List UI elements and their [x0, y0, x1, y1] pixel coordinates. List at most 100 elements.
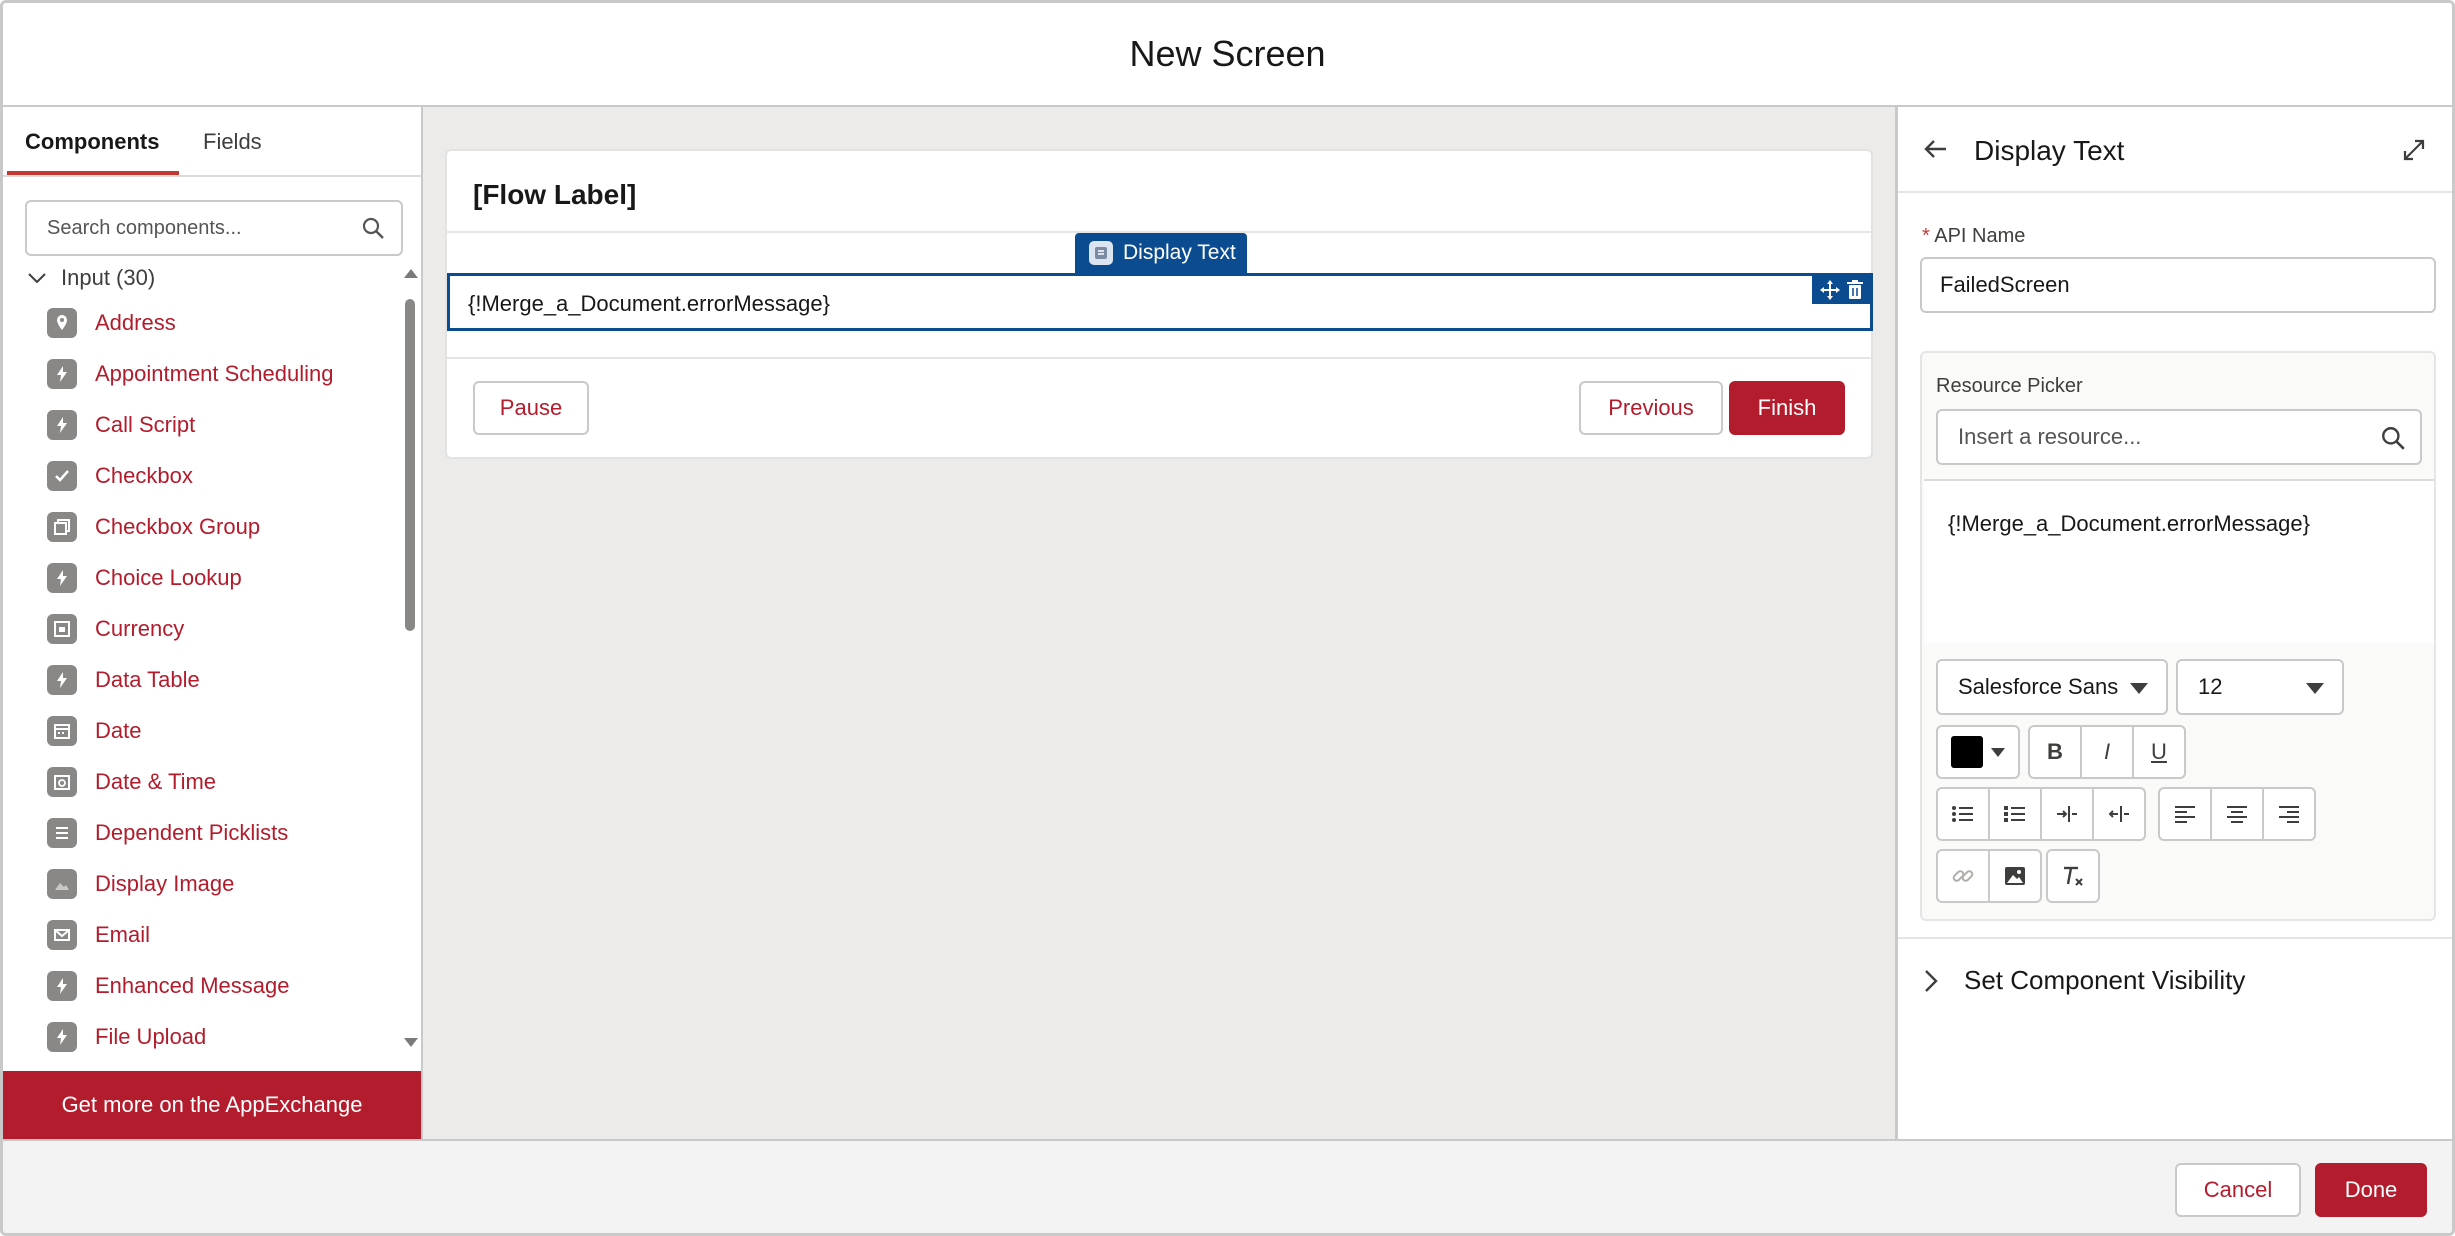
component-label: Appointment Scheduling	[95, 360, 334, 386]
component-label: Call Script	[95, 411, 196, 437]
location-pin-icon	[47, 307, 77, 338]
component-checkbox[interactable]: Checkbox	[47, 450, 387, 501]
api-name-input[interactable]: FailedScreen	[1920, 257, 2436, 313]
display-text-content: {!Merge_a_Document.errorMessage}	[468, 291, 830, 316]
component-label: File Upload	[95, 1023, 207, 1049]
component-label: Date & Time	[95, 768, 217, 794]
image-icon	[2005, 867, 2025, 885]
component-choice-lookup[interactable]: Choice Lookup	[47, 552, 387, 603]
input-section-toggle[interactable]: Input (30)	[27, 261, 155, 295]
numbered-list-button[interactable]	[1988, 787, 2042, 841]
modal-header: New Screen	[3, 3, 2452, 107]
pause-button[interactable]: Pause	[473, 381, 589, 435]
component-label: Date	[95, 717, 142, 743]
search-icon	[2382, 427, 2405, 450]
screen-preview-card: [Flow Label] Display Text {!Merge_a_Docu…	[445, 149, 1873, 459]
component-label: Dependent Picklists	[95, 819, 289, 845]
component-checkbox-group[interactable]: Checkbox Group	[47, 501, 387, 552]
bullet-list-icon	[1952, 806, 1973, 822]
outdent-button[interactable]	[2092, 787, 2146, 841]
tab-fields[interactable]: Fields	[203, 129, 262, 155]
component-call-script[interactable]: Call Script	[47, 399, 387, 450]
api-name-label-text: API Name	[1934, 225, 2026, 247]
component-search	[25, 200, 403, 256]
api-name-label: * API Name	[1922, 225, 2025, 248]
component-label: Display Image	[95, 870, 235, 896]
previous-button[interactable]: Previous	[1579, 381, 1723, 435]
insert-image-button[interactable]	[1988, 849, 2042, 903]
cancel-button[interactable]: Cancel	[2175, 1163, 2301, 1217]
move-icon[interactable]	[1819, 279, 1841, 301]
rich-text-editor: Resource Picker {!Merge_a_Document.error…	[1920, 351, 2436, 921]
clear-formatting-button[interactable]	[2046, 849, 2100, 903]
resource-picker-input[interactable]	[1958, 411, 2358, 463]
component-display-image[interactable]: Display Image	[47, 858, 387, 909]
align-left-button[interactable]	[2158, 787, 2212, 841]
component-address[interactable]: Address	[47, 297, 387, 348]
component-enhanced-message[interactable]: Enhanced Message	[47, 960, 387, 1011]
component-list-scrollbar[interactable]	[401, 263, 419, 1047]
display-text-component[interactable]: {!Merge_a_Document.errorMessage}	[447, 273, 1873, 331]
selected-component-badge: Display Text	[1075, 233, 1247, 273]
delete-icon[interactable]	[1846, 280, 1864, 300]
component-date[interactable]: Date	[47, 705, 387, 756]
clear-formatting-icon	[2064, 866, 2083, 886]
underline-button[interactable]: U	[2132, 725, 2186, 779]
flow-label: [Flow Label]	[473, 179, 637, 210]
component-file-upload[interactable]: File Upload	[47, 1011, 387, 1062]
font-family-value: Salesforce Sans	[1958, 674, 2119, 699]
lightning-icon	[47, 1021, 77, 1052]
appexchange-button[interactable]: Get more on the AppExchange	[3, 1071, 421, 1139]
component-label: Enhanced Message	[95, 972, 290, 998]
component-data-table[interactable]: Data Table	[47, 654, 387, 705]
bullet-list-button[interactable]	[1936, 787, 1990, 841]
component-email[interactable]: Email	[47, 909, 387, 960]
alignment-group	[2158, 787, 2316, 841]
set-component-visibility-toggle[interactable]: Set Component Visibility	[1922, 965, 2245, 996]
component-appointment-scheduling[interactable]: Appointment Scheduling	[47, 348, 387, 399]
align-center-button[interactable]	[2210, 787, 2264, 841]
email-icon	[47, 919, 77, 950]
component-currency[interactable]: Currency	[47, 603, 387, 654]
insert-group	[1936, 849, 2042, 903]
expand-icon[interactable]	[2401, 137, 2427, 163]
color-swatch	[1951, 736, 1983, 768]
component-label: Checkbox	[95, 462, 193, 488]
list-indent-group	[1936, 787, 2146, 841]
resource-picker-label: Resource Picker	[1936, 375, 2083, 397]
editor-content-area[interactable]: {!Merge_a_Document.errorMessage}	[1924, 479, 2434, 643]
link-button[interactable]	[1936, 849, 1990, 903]
component-search-input[interactable]	[47, 202, 347, 254]
scroll-down-arrow-icon[interactable]	[404, 1038, 418, 1047]
chevron-down-icon	[2130, 683, 2148, 694]
display-text-icon	[1089, 241, 1113, 265]
align-left-icon	[2175, 806, 2195, 823]
chevron-down-icon	[28, 273, 46, 284]
properties-header: Display Text	[1898, 107, 2452, 193]
done-button[interactable]: Done	[2315, 1163, 2427, 1217]
link-icon	[1952, 870, 1974, 882]
scroll-up-arrow-icon[interactable]	[404, 269, 418, 278]
component-dependent-picklists[interactable]: Dependent Picklists	[47, 807, 387, 858]
currency-icon	[47, 613, 77, 644]
palette-tabs: Components Fields	[3, 107, 421, 177]
component-date-time[interactable]: Date & Time	[47, 756, 387, 807]
scroll-thumb[interactable]	[405, 299, 415, 631]
bold-button[interactable]: B	[2028, 725, 2082, 779]
indent-button[interactable]	[2040, 787, 2094, 841]
italic-button[interactable]: I	[2080, 725, 2134, 779]
modal-footer: Cancel Done	[3, 1139, 2452, 1233]
font-family-select[interactable]: Salesforce Sans	[1936, 659, 2168, 715]
tab-components[interactable]: Components	[25, 129, 159, 155]
font-size-select[interactable]: 12	[2176, 659, 2344, 715]
back-arrow-icon[interactable]	[1922, 135, 1950, 163]
lightning-icon	[47, 970, 77, 1001]
component-label: Address	[95, 309, 176, 335]
align-right-button[interactable]	[2262, 787, 2316, 841]
component-label: Choice Lookup	[95, 564, 242, 590]
text-color-picker[interactable]	[1936, 725, 2020, 779]
chevron-right-icon	[1925, 969, 1938, 992]
finish-button[interactable]: Finish	[1729, 381, 1845, 435]
calendar-icon	[47, 715, 77, 746]
properties-panel: Display Text * API Name FailedScreen Res…	[1895, 107, 2452, 1139]
